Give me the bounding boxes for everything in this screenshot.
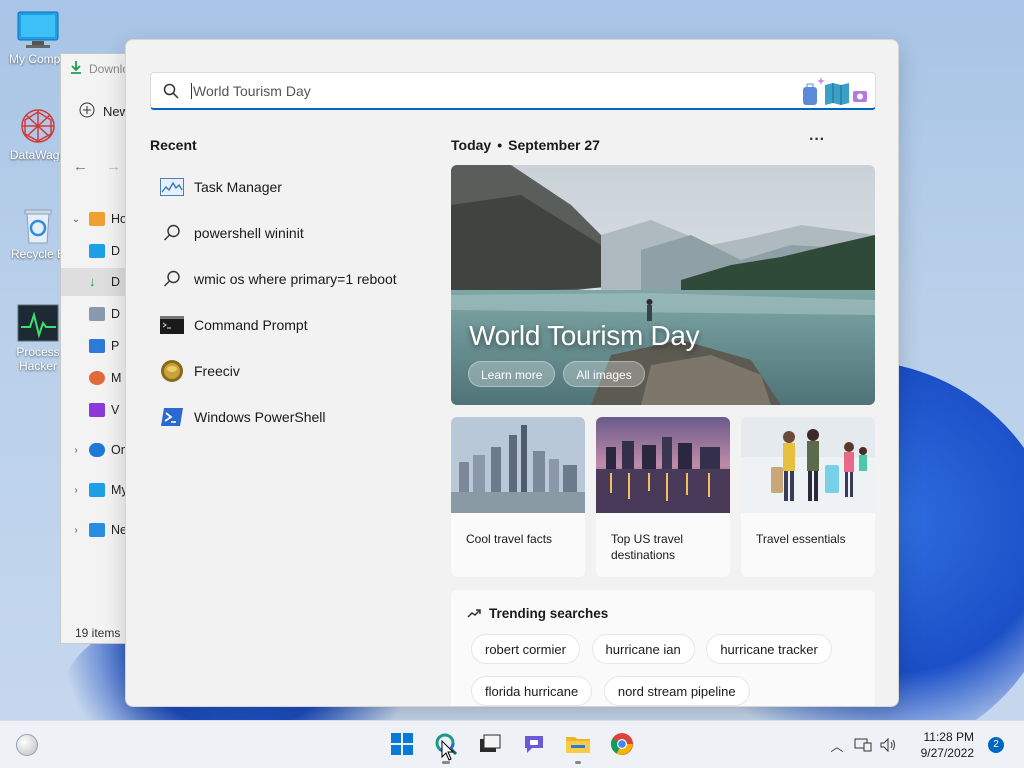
trending-heading: Trending searches: [467, 606, 608, 621]
recent-item-command-prompt[interactable]: Command Prompt: [150, 302, 430, 348]
computer-icon: [89, 483, 105, 497]
more-options-button[interactable]: ···: [806, 132, 828, 154]
command-prompt-icon: [160, 314, 184, 336]
start-button[interactable]: [380, 721, 424, 768]
desktop-folder-icon: [89, 244, 105, 258]
chevron-right-icon: ›: [74, 444, 78, 456]
clock-date: 9/27/2022: [920, 746, 974, 760]
learn-more-button[interactable]: Learn more: [468, 361, 556, 387]
trending-chip[interactable]: robert cormier: [471, 634, 580, 664]
status-item-count: 19 items: [75, 626, 121, 640]
powershell-icon: [160, 406, 184, 428]
task-view-button[interactable]: [468, 721, 512, 768]
card-top-us-travel-destinations[interactable]: Top US travel destinations: [596, 417, 730, 577]
chat-icon: [522, 733, 546, 758]
taskbar: ︿ 11:28 PM 9/27/2022 2: [0, 720, 1024, 768]
chevron-up-icon[interactable]: ︿: [824, 721, 850, 768]
chevron-right-icon: ›: [74, 524, 78, 536]
cloud-icon: [89, 443, 105, 457]
back-arrow-icon[interactable]: ←: [73, 158, 88, 175]
card-travel-essentials[interactable]: Travel essentials: [741, 417, 875, 577]
explorer-title: Downlo: [69, 60, 129, 77]
trending-chip[interactable]: hurricane ian: [591, 634, 695, 664]
mouse-cursor-icon: [441, 740, 455, 761]
volume-icon[interactable]: [876, 721, 902, 768]
search-icon: [160, 222, 184, 244]
search-panel: Recent Task Manager powershell wininit w…: [125, 39, 899, 707]
videos-icon: [89, 403, 105, 417]
recycle-bin-icon: [16, 205, 60, 245]
taskbar-apps: [380, 721, 644, 768]
download-icon: [69, 60, 83, 77]
forward-arrow-icon[interactable]: →: [106, 158, 121, 175]
home-icon: [89, 212, 105, 226]
clock[interactable]: 11:28 PM 9/27/2022: [902, 729, 974, 761]
search-icon: [160, 268, 184, 290]
search-box[interactable]: [150, 72, 876, 110]
all-images-button[interactable]: All images: [563, 361, 645, 387]
trending-arrow-icon: [467, 606, 481, 621]
recent-item-windows-powershell[interactable]: Windows PowerShell: [150, 394, 430, 440]
computer-icon: [16, 10, 60, 50]
travelers-image: [741, 417, 875, 513]
recent-list: Task Manager powershell wininit wmic os …: [150, 164, 430, 440]
trending-chip[interactable]: hurricane tracker: [706, 634, 832, 664]
folder-icon: [565, 733, 591, 758]
chevron-down-icon: ⌄: [71, 213, 81, 225]
recent-heading: Recent: [150, 137, 197, 153]
hero-card[interactable]: World Tourism Day Learn more All images: [451, 165, 875, 405]
card-label: Travel essentials: [756, 532, 846, 546]
teams-chat-button[interactable]: [512, 721, 556, 768]
search-icon: [151, 83, 191, 99]
network-icon[interactable]: [850, 721, 876, 768]
explorer-nav: ← →: [73, 158, 121, 175]
widgets-icon[interactable]: [16, 734, 38, 756]
suggestion-cards: Cool travel facts Top US travel destinat…: [451, 417, 875, 577]
hero-buttons: Learn more All images: [468, 361, 645, 387]
pictures-icon: [89, 339, 105, 353]
new-button[interactable]: New: [79, 102, 129, 121]
chrome-button[interactable]: [600, 721, 644, 768]
system-tray: ︿ 11:28 PM 9/27/2022 2: [824, 721, 1024, 768]
card-cool-travel-facts[interactable]: Cool travel facts: [451, 417, 585, 577]
card-label: Top US travel destinations: [611, 532, 684, 562]
recent-item-search-powershell[interactable]: powershell wininit: [150, 210, 430, 256]
trending-searches: Trending searches robert cormier hurrica…: [451, 590, 875, 706]
trending-chip[interactable]: nord stream pipeline: [603, 676, 750, 706]
recent-item-task-manager[interactable]: Task Manager: [150, 164, 430, 210]
download-icon: ↓: [89, 274, 96, 289]
recent-item-freeciv[interactable]: Freeciv: [150, 348, 430, 394]
trending-chip[interactable]: florida hurricane: [471, 676, 593, 706]
document-icon: [89, 307, 105, 321]
task-manager-icon: [160, 176, 184, 198]
hero-title: World Tourism Day: [469, 320, 700, 351]
music-icon: [89, 371, 105, 385]
datawagon-icon: [16, 106, 60, 146]
freeciv-icon: [160, 360, 184, 382]
network-icon: [89, 523, 105, 537]
file-explorer-button[interactable]: [556, 721, 600, 768]
city-skyline-image: [451, 417, 585, 513]
task-view-icon: [479, 734, 501, 757]
chrome-icon: [610, 732, 634, 759]
night-city-image: [596, 417, 730, 513]
travel-doodle-icon: [803, 77, 867, 105]
notification-badge[interactable]: 2: [988, 737, 1004, 753]
plus-circle-icon: [79, 102, 95, 121]
recent-item-search-wmic[interactable]: wmic os where primary=1 reboot: [150, 256, 430, 302]
trending-chips: robert cormier hurricane ian hurricane t…: [471, 634, 871, 706]
today-heading: Today • September 27: [451, 137, 600, 153]
clock-time: 11:28 PM: [923, 730, 974, 744]
chevron-right-icon: ›: [74, 484, 78, 496]
search-input[interactable]: [191, 82, 791, 99]
card-label: Cool travel facts: [466, 532, 553, 546]
windows-logo-icon: [391, 732, 413, 758]
process-hacker-icon: [16, 303, 60, 343]
